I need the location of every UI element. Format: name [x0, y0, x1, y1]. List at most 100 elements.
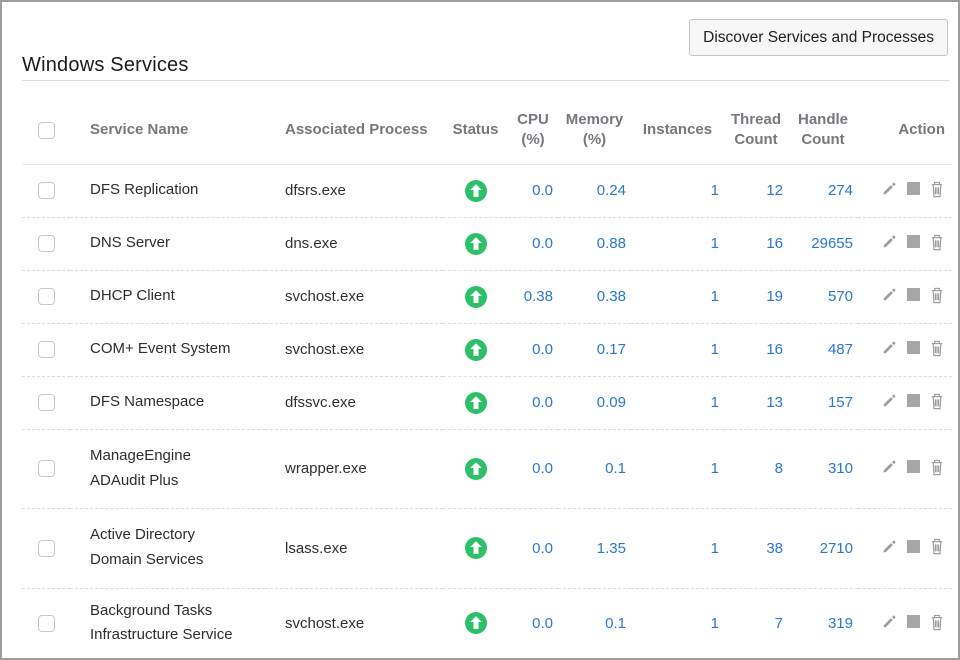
associated-process: svchost.exe — [265, 588, 443, 658]
edit-button[interactable] — [881, 286, 898, 303]
delete-button[interactable] — [929, 233, 945, 251]
thread-count-value[interactable]: 8 — [724, 429, 788, 508]
edit-button[interactable] — [881, 392, 898, 409]
row-select-checkbox[interactable] — [38, 615, 55, 632]
action-group — [881, 458, 945, 476]
stop-button[interactable] — [907, 235, 920, 248]
instances-value[interactable]: 1 — [631, 588, 724, 658]
instances-value[interactable]: 1 — [631, 429, 724, 508]
row-select-checkbox[interactable] — [38, 235, 55, 252]
header-cpu: CPU (%) — [508, 97, 558, 164]
trash-icon — [929, 392, 945, 410]
cpu-value[interactable]: 0.0 — [508, 323, 558, 376]
handle-count-value[interactable]: 570 — [788, 270, 858, 323]
thread-count-value[interactable]: 38 — [724, 508, 788, 588]
row-select-checkbox[interactable] — [38, 341, 55, 358]
delete-button[interactable] — [929, 613, 945, 631]
handle-count-value[interactable]: 310 — [788, 429, 858, 508]
edit-button[interactable] — [881, 339, 898, 356]
instances-value[interactable]: 1 — [631, 323, 724, 376]
table-row: Background Tasks Infrastructure Service … — [22, 588, 952, 658]
associated-process: dfssvc.exe — [265, 376, 443, 429]
instances-value[interactable]: 1 — [631, 270, 724, 323]
cpu-value[interactable]: 0.0 — [508, 508, 558, 588]
cpu-value[interactable]: 0.0 — [508, 429, 558, 508]
handle-count-value[interactable]: 319 — [788, 588, 858, 658]
header-service-name: Service Name — [70, 97, 265, 164]
row-select-cell — [22, 588, 70, 658]
stop-button[interactable] — [907, 394, 920, 407]
status-cell — [443, 217, 508, 270]
row-select-checkbox[interactable] — [38, 540, 55, 557]
instances-value[interactable]: 1 — [631, 217, 724, 270]
row-select-checkbox[interactable] — [38, 182, 55, 199]
cpu-value[interactable]: 0.0 — [508, 588, 558, 658]
memory-value[interactable]: 0.17 — [558, 323, 631, 376]
instances-value[interactable]: 1 — [631, 164, 724, 217]
row-select-checkbox[interactable] — [38, 288, 55, 305]
cpu-value[interactable]: 0.0 — [508, 164, 558, 217]
edit-button[interactable] — [881, 613, 898, 630]
stop-button[interactable] — [907, 182, 920, 195]
thread-count-value[interactable]: 7 — [724, 588, 788, 658]
handle-count-value[interactable]: 29655 — [788, 217, 858, 270]
delete-button[interactable] — [929, 180, 945, 198]
delete-button[interactable] — [929, 339, 945, 357]
cpu-value[interactable]: 0.0 — [508, 376, 558, 429]
stop-button[interactable] — [907, 615, 920, 628]
action-cell — [858, 270, 952, 323]
delete-button[interactable] — [929, 286, 945, 304]
row-select-checkbox[interactable] — [38, 460, 55, 477]
status-cell — [443, 323, 508, 376]
action-group — [881, 537, 945, 555]
memory-value[interactable]: 0.1 — [558, 588, 631, 658]
status-up-icon — [465, 286, 487, 308]
instances-value[interactable]: 1 — [631, 376, 724, 429]
memory-value[interactable]: 0.38 — [558, 270, 631, 323]
instances-value[interactable]: 1 — [631, 508, 724, 588]
trash-icon — [929, 180, 945, 198]
status-up-icon — [465, 339, 487, 361]
edit-button[interactable] — [881, 458, 898, 475]
cpu-value[interactable]: 0.0 — [508, 217, 558, 270]
thread-count-value[interactable]: 19 — [724, 270, 788, 323]
select-all-checkbox[interactable] — [38, 122, 55, 139]
row-select-checkbox[interactable] — [38, 394, 55, 411]
memory-value[interactable]: 0.24 — [558, 164, 631, 217]
stop-button[interactable] — [907, 540, 920, 553]
memory-value[interactable]: 0.1 — [558, 429, 631, 508]
status-up-icon — [465, 458, 487, 480]
stop-button[interactable] — [907, 460, 920, 473]
stop-button[interactable] — [907, 288, 920, 301]
table-row: DNS Server dns.exe 0.0 0.88 1 16 29655 — [22, 217, 952, 270]
handle-count-value[interactable]: 274 — [788, 164, 858, 217]
thread-count-value[interactable]: 16 — [724, 217, 788, 270]
thread-count-value[interactable]: 13 — [724, 376, 788, 429]
trash-icon — [929, 286, 945, 304]
handle-count-value[interactable]: 487 — [788, 323, 858, 376]
memory-value[interactable]: 1.35 — [558, 508, 631, 588]
stop-square-icon — [907, 540, 920, 553]
action-group — [881, 339, 945, 357]
stop-button[interactable] — [907, 341, 920, 354]
edit-button[interactable] — [881, 233, 898, 250]
service-name: ManageEngine ADAudit Plus — [70, 429, 265, 508]
handle-count-value[interactable]: 157 — [788, 376, 858, 429]
thread-count-value[interactable]: 12 — [724, 164, 788, 217]
edit-button[interactable] — [881, 180, 898, 197]
discover-services-button[interactable]: Discover Services and Processes — [689, 19, 948, 56]
thread-count-value[interactable]: 16 — [724, 323, 788, 376]
handle-count-value[interactable]: 2710 — [788, 508, 858, 588]
memory-value[interactable]: 0.88 — [558, 217, 631, 270]
edit-button[interactable] — [881, 538, 898, 555]
delete-button[interactable] — [929, 458, 945, 476]
delete-button[interactable] — [929, 392, 945, 410]
status-cell — [443, 508, 508, 588]
delete-button[interactable] — [929, 537, 945, 555]
action-cell — [858, 508, 952, 588]
cpu-value[interactable]: 0.38 — [508, 270, 558, 323]
memory-value[interactable]: 0.09 — [558, 376, 631, 429]
table-row: DHCP Client svchost.exe 0.38 0.38 1 19 5… — [22, 270, 952, 323]
pencil-icon — [881, 458, 898, 475]
action-cell — [858, 376, 952, 429]
